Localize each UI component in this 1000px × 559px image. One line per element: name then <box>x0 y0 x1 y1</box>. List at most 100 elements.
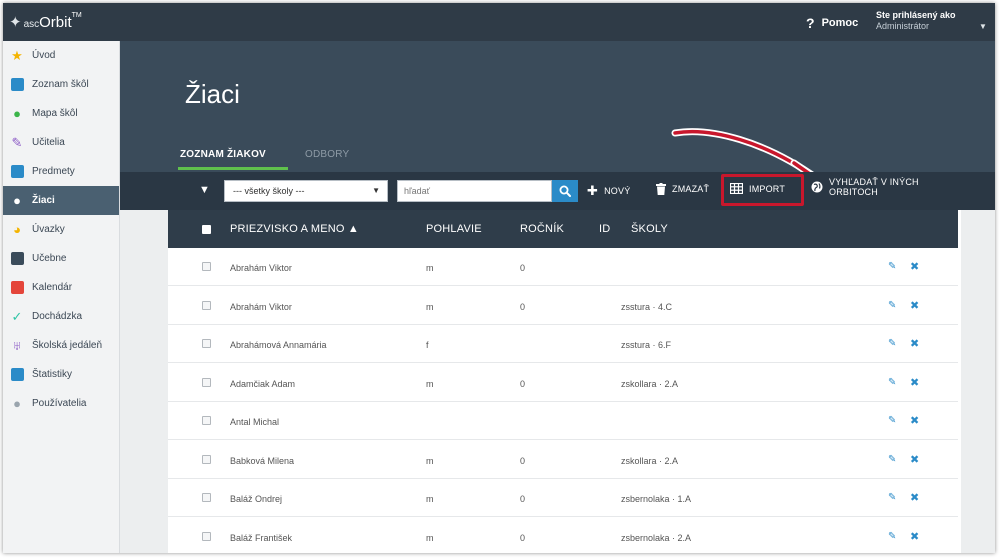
delete-x-icon[interactable]: ✖ <box>910 260 919 273</box>
students-table: PRIEZVISKO A MENO ▲ POHLAVIE ROČNÍK ID Š… <box>168 210 961 553</box>
column-header-year[interactable]: ROČNÍK <box>520 223 564 235</box>
row-checkbox[interactable] <box>202 454 211 464</box>
satellite-logo-icon: ✦ <box>9 14 22 31</box>
user-menu[interactable]: Ste prihlásený ako Administrátor <box>876 10 956 32</box>
column-header-id[interactable]: ID <box>599 223 610 235</box>
plus-icon: ✚ <box>587 183 599 198</box>
map-pin-icon: ● <box>13 105 21 121</box>
delete-x-icon[interactable]: ✖ <box>910 530 919 543</box>
cell-year: 0 <box>520 494 526 504</box>
delete-button-label: ZMAZAŤ <box>672 184 710 194</box>
table-row[interactable]: Adamčiak Adam m 0 zskollara · 2.A ✎ ✖ <box>168 364 958 402</box>
sidebar-item-2[interactable]: ● Mapa škôl <box>3 99 119 128</box>
calendar-icon <box>10 281 24 295</box>
cell-name: Abrahámová Annamária <box>230 340 327 350</box>
row-checkbox[interactable] <box>202 493 211 502</box>
delete-button[interactable]: ZMAZAŤ <box>656 183 709 195</box>
new-button[interactable]: ✚ NOVÝ <box>587 183 630 199</box>
sidebar-item-label: Predmety <box>32 166 75 177</box>
chevron-down-icon: ▼ <box>372 186 380 195</box>
search-other-orbits-button[interactable]: VYHĽADAŤ V INÝCH ORBITOCH <box>811 177 919 197</box>
tab-students-list[interactable]: ZOZNAM ŽIAKOV <box>180 149 266 160</box>
edit-pencil-icon[interactable]: ✎ <box>888 261 896 272</box>
table-row[interactable]: Abrahámová Annamária f zsstura · 6.F ✎ ✖ <box>168 325 958 363</box>
edit-pencil-icon[interactable]: ✎ <box>888 454 896 465</box>
sidebar-item-label: Školská jedáleň <box>32 340 103 351</box>
sidebar-item-12[interactable]: ● Používatelia <box>3 389 119 418</box>
edit-pencil-icon[interactable]: ✎ <box>888 531 896 542</box>
sidebar-item-10[interactable]: ♅ Školská jedáleň <box>3 331 119 360</box>
delete-x-icon[interactable]: ✖ <box>910 299 919 312</box>
edit-pencil-icon[interactable]: ✎ <box>888 338 896 349</box>
edit-pencil-icon[interactable]: ✎ <box>888 300 896 311</box>
logo-trademark: TM <box>71 12 82 19</box>
cell-name: Adamčiak Adam <box>230 378 296 389</box>
bar-chart-icon <box>10 368 24 382</box>
cell-school: zskollara · 2.A <box>621 455 679 466</box>
school-filter-select[interactable]: --- všetky školy --- ▼ <box>224 180 388 202</box>
sidebar-item-label: Štatistiky <box>32 369 73 380</box>
orbit-label-line1: VYHĽADAŤ V INÝCH <box>829 177 919 187</box>
table-row[interactable]: Antal Michal ✎ ✖ <box>168 402 958 440</box>
row-checkbox[interactable] <box>202 262 211 271</box>
teacher-icon: ✎ <box>11 134 23 150</box>
delete-x-icon[interactable]: ✖ <box>910 337 919 350</box>
edit-pencil-icon[interactable]: ✎ <box>888 492 896 503</box>
sidebar-item-6[interactable]: ◕ Úvazky <box>3 215 119 244</box>
search-input[interactable] <box>397 180 552 202</box>
table-row[interactable]: Abrahám Viktor m 0 ✎ ✖ <box>168 248 958 286</box>
edit-pencil-icon[interactable]: ✎ <box>888 415 896 426</box>
table-row[interactable]: Baláž František m 0 zsbernolaka · 2.A ✎ ✖ <box>168 518 958 554</box>
cell-year: 0 <box>520 263 526 273</box>
row-checkbox[interactable] <box>202 339 211 348</box>
book-icon <box>10 165 24 179</box>
sidebar-item-7[interactable]: Učebne <box>3 244 119 273</box>
sidebar-item-9[interactable]: ✓ Dochádzka <box>3 302 119 331</box>
school-filter-value: --- všetky školy --- <box>233 186 305 196</box>
row-checkbox[interactable] <box>202 377 211 387</box>
sidebar-item-3[interactable]: ✎ Učitelia <box>3 128 119 157</box>
chevron-down-icon[interactable]: ▼ <box>979 22 987 31</box>
row-checkbox[interactable] <box>202 416 211 425</box>
sidebar-item-label: Kalendár <box>32 282 73 293</box>
sidebar-item-label: Učitelia <box>32 137 65 148</box>
column-header-schools[interactable]: ŠKOLY <box>631 223 668 235</box>
user-login-caption: Ste prihlásený ako <box>876 10 956 20</box>
column-header-name[interactable]: PRIEZVISKO A MENO ▲ <box>230 223 359 235</box>
column-header-sex[interactable]: POHLAVIE <box>426 223 482 235</box>
search-button[interactable] <box>552 180 578 202</box>
page-header: Žiaci ZOZNAM ŽIAKOV ODBORY <box>120 41 995 187</box>
sidebar-item-label: Učebne <box>32 253 67 264</box>
sidebar-item-4[interactable]: Predmety <box>3 157 119 186</box>
cell-name: Babková Milena <box>230 455 295 466</box>
app-logo[interactable]: ✦ asc Orbit TM <box>9 12 82 32</box>
pie-chart-icon: ◕ <box>13 221 21 237</box>
sidebar-item-11[interactable]: Štatistiky <box>3 360 119 389</box>
row-checkbox[interactable] <box>202 531 211 541</box>
edit-pencil-icon[interactable]: ✎ <box>888 377 896 388</box>
sidebar-item-label: Používatelia <box>32 398 87 409</box>
help-link[interactable]: ? Pomoc <box>806 15 858 31</box>
sidebar-item-0[interactable]: ★ Úvod <box>3 41 119 70</box>
delete-x-icon[interactable]: ✖ <box>910 414 919 427</box>
import-button[interactable]: IMPORT <box>730 183 785 194</box>
tab-fields-of-study[interactable]: ODBORY <box>305 149 349 160</box>
row-checkbox[interactable] <box>202 300 211 310</box>
cell-school: zskollara · 2.A <box>621 378 679 389</box>
select-all-checkbox[interactable] <box>202 225 211 234</box>
sidebar-item-1[interactable]: Zoznam škôl <box>3 70 119 99</box>
globe-icon <box>811 181 823 193</box>
dining-glass-icon: ♅ <box>12 337 22 353</box>
table-row[interactable]: Babková Milena m 0 zskollara · 2.A ✎ ✖ <box>168 441 958 479</box>
cell-sex: m <box>426 378 434 389</box>
cell-sex: f <box>426 340 429 350</box>
sidebar-item-8[interactable]: Kalendár <box>3 273 119 302</box>
delete-x-icon[interactable]: ✖ <box>910 491 919 504</box>
filter-icon[interactable]: ▼ <box>199 184 210 196</box>
table-row[interactable]: Baláž Ondrej m 0 zsbernolaka · 1.A ✎ ✖ <box>168 479 958 517</box>
delete-x-icon[interactable]: ✖ <box>910 376 919 389</box>
cell-school: zsstura · 6.F <box>621 340 672 350</box>
table-row[interactable]: Abrahám Viktor m 0 zsstura · 4.C ✎ ✖ <box>168 287 958 325</box>
delete-x-icon[interactable]: ✖ <box>910 453 919 466</box>
sidebar-item-5[interactable]: ● Žiaci <box>3 186 119 215</box>
